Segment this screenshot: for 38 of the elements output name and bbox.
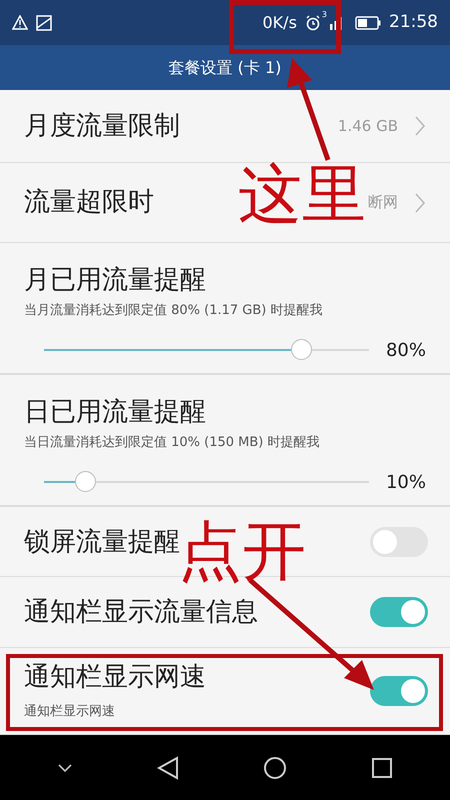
setting-description: 当日流量消耗达到限定值 10% (150 MB) 时提醒我: [24, 434, 321, 452]
slider-reading: 80%: [386, 338, 426, 362]
slider-thumb[interactable]: [74, 471, 96, 492]
setting-label: 流量超限时: [24, 186, 154, 219]
setting-label: 通知栏显示网速: [24, 661, 206, 694]
sim-number: 3: [322, 9, 327, 21]
chevron-right-icon: [414, 192, 426, 214]
setting-value: 断网: [368, 192, 398, 214]
setting-description: 当月流量消耗达到限定值 80% (1.17 GB) 时提醒我: [24, 302, 324, 320]
setting-value: 1.46 GB: [338, 116, 398, 137]
slider-thumb[interactable]: [291, 339, 312, 360]
setting-label: 月度流量限制: [24, 110, 180, 142]
annotation-text: 这里: [238, 157, 366, 234]
setting-label: 月已用流量提醒: [24, 264, 207, 297]
setting-description: 通知栏显示网速: [24, 703, 116, 722]
home-icon[interactable]: [263, 756, 288, 780]
toggle-switch[interactable]: [370, 526, 428, 556]
toggle-switch[interactable]: [370, 676, 428, 706]
clock: 21:58: [389, 10, 438, 34]
toggle-switch[interactable]: [370, 597, 428, 627]
setting-label: 锁屏流量提醒: [24, 526, 180, 558]
alarm-icon: [304, 14, 321, 30]
slider-reading: 10%: [386, 470, 426, 494]
slider-track[interactable]: [44, 471, 369, 493]
network-speed: 0K/s: [262, 12, 297, 34]
signal-icon: [329, 16, 343, 30]
chevron-down-icon[interactable]: [58, 764, 72, 772]
page-title: 套餐设置 (卡 1): [168, 56, 282, 78]
setting-label: 日已用流量提醒: [24, 396, 207, 429]
annotation-text: 点开: [178, 514, 306, 591]
image-icon: [36, 14, 52, 30]
warning-icon: [12, 15, 28, 30]
chevron-right-icon: [414, 115, 426, 137]
battery-icon: [355, 16, 381, 30]
recents-icon[interactable]: [372, 758, 392, 778]
back-icon[interactable]: [156, 756, 179, 780]
setting-label: 通知栏显示流量信息: [24, 596, 258, 629]
slider-track[interactable]: [44, 339, 369, 361]
